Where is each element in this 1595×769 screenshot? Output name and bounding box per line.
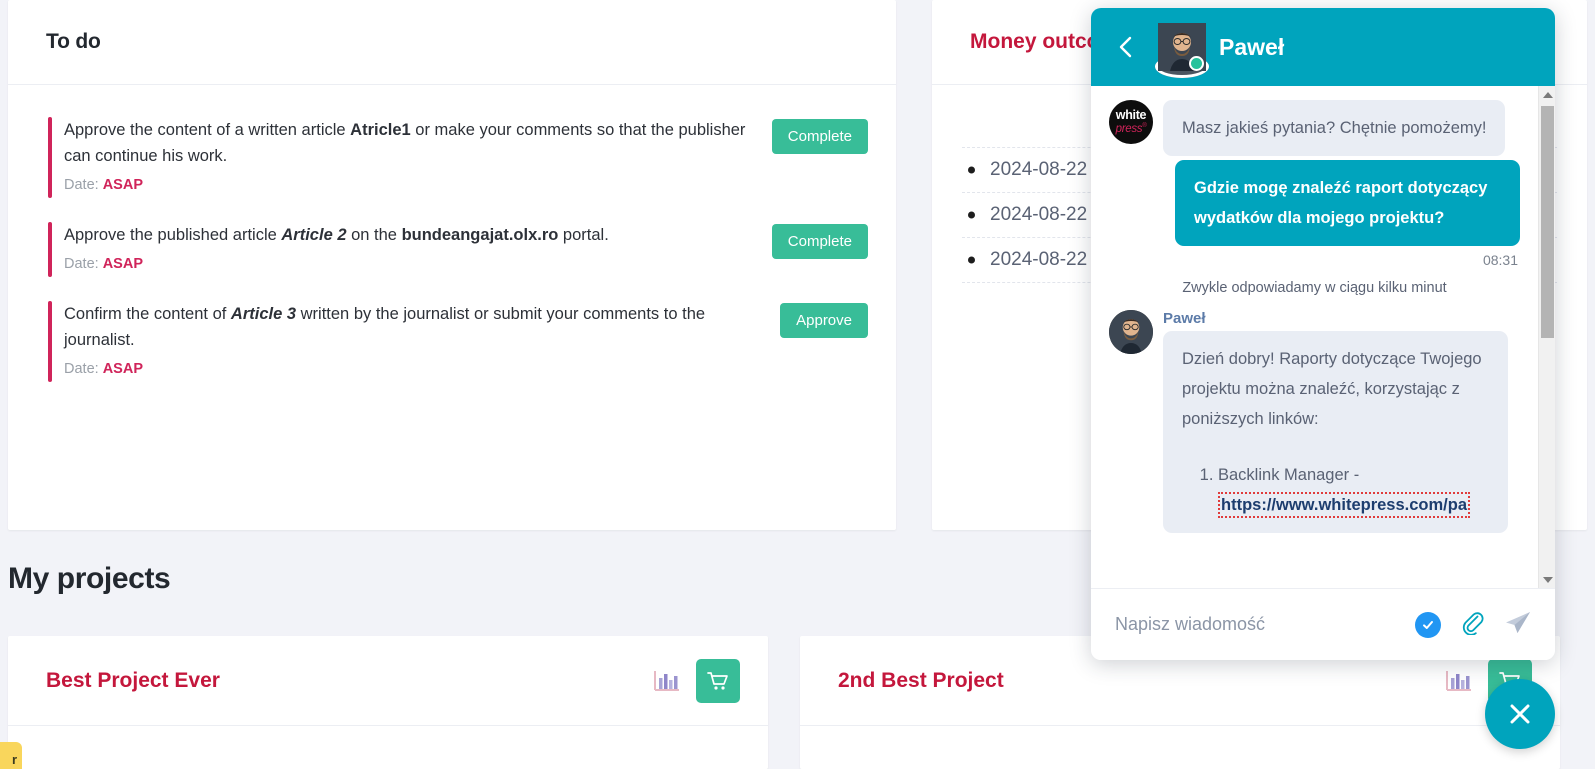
todo-item: Approve the content of a written article… [48, 113, 868, 212]
todo-text-prefix: Approve the published article [64, 226, 282, 244]
chat-header: Paweł [1091, 8, 1555, 86]
chat-message-time: 08:31 [1482, 252, 1518, 268]
todo-approve-button[interactable]: Approve [780, 303, 868, 338]
chat-input-actions [1415, 608, 1533, 641]
todo-item-text: Confirm the content of Article 3 written… [64, 301, 780, 382]
chat-message-incoming: Paweł Dzień dobry! Raporty dotyczące Two… [1109, 310, 1520, 533]
close-icon [1510, 704, 1530, 724]
project-title: Best Project Ever [46, 668, 220, 692]
project-card-header: Best Project Ever [8, 636, 768, 726]
todo-text-strong: bundeangajat.olx.ro [401, 226, 559, 244]
chat-response-time-note: Zwykle odpowiadamy w ciągu kilku minut [1182, 280, 1447, 296]
todo-item: Confirm the content of Article 3 written… [48, 297, 868, 396]
todo-date-label: Date: [64, 177, 99, 193]
chat-reply-text: Dzień dobry! Raporty dotyczące Twojego p… [1182, 350, 1482, 428]
project-title: 2nd Best Project [838, 668, 1004, 692]
list-item: Backlink Manager - https://www.whitepres… [1218, 460, 1489, 520]
todo-card-header: To do [8, 0, 896, 85]
todo-text-emph: Article 2 [281, 226, 347, 244]
chat-bubble: Masz jakieś pytania? Chętnie pomożemy! [1163, 100, 1506, 156]
chat-scroll-content: white press® Masz jakieś pytania? Chętni… [1091, 86, 1538, 588]
bar-chart-icon[interactable] [654, 670, 680, 692]
chat-close-button[interactable] [1485, 679, 1555, 749]
todo-complete-button[interactable]: Complete [771, 119, 868, 154]
chat-scrollbar[interactable] [1538, 86, 1555, 588]
todo-text-suffix: portal. [558, 226, 609, 244]
paperclip-icon[interactable] [1459, 609, 1485, 640]
chat-link-url[interactable]: https://www.whitepress.com/pa [1218, 492, 1471, 518]
chat-bubble-outgoing: Gdzie mogę znaleźć raport dotyczący wyda… [1175, 160, 1520, 246]
todo-text-prefix: Approve the content of a written article [64, 121, 351, 139]
chat-message-input[interactable] [1115, 614, 1415, 635]
money-row-date: 2024-08-22 [990, 249, 1088, 270]
avatar [1155, 23, 1209, 78]
chat-widget: Paweł white press® Masz jakieś pytania? … [1091, 8, 1555, 660]
agent-avatar-small [1109, 310, 1153, 354]
todo-title: To do [46, 30, 101, 53]
brand-logo-icon: white press® [1109, 100, 1153, 144]
chat-bubble: Dzień dobry! Raporty dotyczące Twojego p… [1163, 331, 1508, 533]
todo-date-value: ASAP [102, 177, 143, 193]
todo-item-text: Approve the published article Article 2 … [64, 222, 772, 277]
brand-logo-mark: ® [1142, 122, 1147, 129]
shopping-cart-icon [707, 671, 728, 690]
chat-agent-name: Paweł [1219, 33, 1285, 60]
send-icon[interactable] [1503, 608, 1533, 641]
scrollbar-thumb[interactable] [1541, 106, 1554, 338]
todo-text-mid: on the [346, 226, 402, 244]
todo-item-text: Approve the content of a written article… [64, 117, 772, 198]
chevron-left-icon[interactable] [1113, 34, 1139, 60]
project-actions [654, 658, 740, 703]
todo-card: To do Approve the content of a written a… [8, 0, 896, 530]
brand-logo-line2: press [1115, 122, 1143, 135]
chat-input-bar [1091, 588, 1555, 660]
online-status-dot [1189, 56, 1204, 71]
chat-message-list: white press® Masz jakieś pytania? Chętni… [1091, 86, 1555, 588]
chat-link-label: Backlink Manager - [1218, 466, 1360, 484]
brand-logo-line1: white [1115, 108, 1147, 123]
status-badge: r [0, 742, 22, 769]
todo-item-date: Date: ASAP [64, 356, 766, 382]
scroll-down-arrow-icon[interactable] [1539, 571, 1555, 588]
chat-reply-link-list: Backlink Manager - https://www.whitepres… [1204, 460, 1489, 520]
scroll-up-arrow-icon[interactable] [1539, 86, 1555, 103]
todo-text-emph: Article 3 [230, 305, 297, 323]
check-circle-icon[interactable] [1415, 611, 1441, 638]
todo-item: Approve the published article Article 2 … [48, 218, 868, 291]
todo-date-label: Date: [64, 361, 99, 377]
money-row-date: 2024-08-22 [990, 204, 1088, 225]
todo-date-value: ASAP [102, 256, 143, 272]
chat-message-incoming: white press® Masz jakieś pytania? Chętni… [1109, 100, 1520, 156]
todo-text-strong: Atricle1 [350, 121, 411, 139]
todo-date-value: ASAP [102, 361, 143, 377]
todo-complete-button[interactable]: Complete [771, 224, 868, 259]
chat-sender-name: Paweł [1163, 310, 1206, 327]
bar-chart-icon[interactable] [1446, 670, 1472, 692]
money-row-date: 2024-08-22 [990, 159, 1088, 180]
add-to-cart-button[interactable] [696, 658, 740, 703]
todo-item-date: Date: ASAP [64, 251, 758, 277]
todo-item-date: Date: ASAP [64, 172, 758, 198]
todo-text-prefix: Confirm the content of [64, 305, 231, 323]
todo-list: Approve the content of a written article… [8, 85, 896, 412]
project-card[interactable]: Best Project Ever [8, 636, 768, 769]
todo-date-label: Date: [64, 256, 99, 272]
page-title-my-projects: My projects [8, 562, 171, 595]
